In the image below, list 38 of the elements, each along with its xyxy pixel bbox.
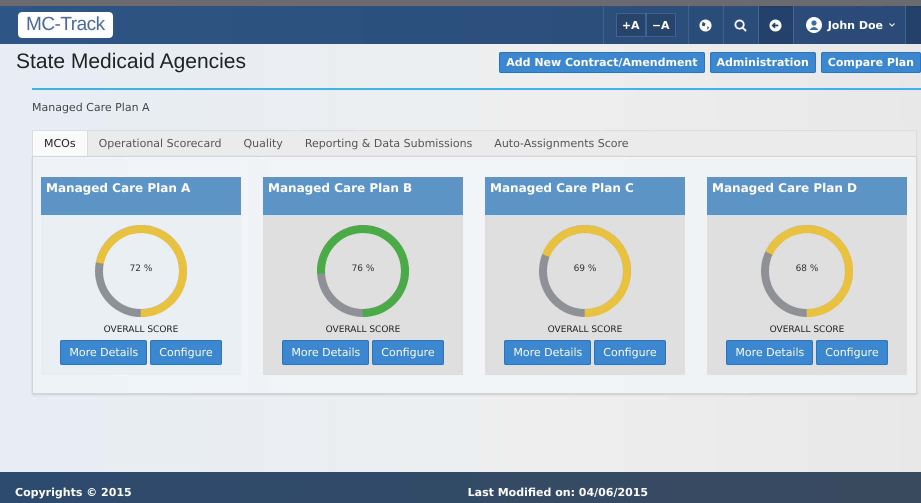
score-caption: OVERALL SCORE [104,325,178,335]
breadcrumb: Managed Care Plan A [32,101,151,114]
tab[interactable]: Quality [232,131,294,156]
plan-button[interactable]: More Details [504,340,592,365]
tab[interactable]: Reporting & Data Submissions [294,131,484,156]
score-percent: 68 % [794,264,820,274]
back-icon[interactable] [758,6,793,44]
plan-button[interactable]: Configure [816,340,888,365]
plan-title: Managed Care Plan D [707,177,907,215]
page-title: State Medicaid Agencies [16,50,246,74]
score-caption: OVERALL SCORE [326,325,400,335]
avatar-icon [806,17,822,33]
font-size-button[interactable]: −A [646,13,676,37]
plan-button[interactable]: More Details [726,340,814,365]
tab[interactable]: MCOs [33,131,88,156]
plan-button[interactable]: Configure [150,340,222,365]
font-size-button[interactable]: +A [616,13,646,37]
plan-button[interactable]: More Details [60,340,148,365]
tab[interactable]: Auto-Assignments Score [483,131,640,156]
score-percent: 72 % [128,264,154,274]
action-button[interactable]: Add New Contract/Amendment [499,52,704,72]
action-button[interactable]: Administration [710,52,816,72]
plan-title: Managed Care Plan C [485,177,685,215]
score-caption: OVERALL SCORE [548,325,622,335]
copyright-text: Copyrights © 2015 [15,486,132,499]
action-button[interactable]: Compare Plan [820,52,921,72]
caret-icon [889,23,895,27]
plan-button[interactable]: More Details [282,340,370,365]
score-caption: OVERALL SCORE [770,325,844,335]
plan-title: Managed Care Plan B [263,177,463,215]
plan-title: Managed Care Plan A [41,177,241,215]
logo[interactable]: MC-Track [18,12,113,38]
plan-button[interactable]: Configure [594,340,666,365]
score-percent: 69 % [572,264,598,274]
tab[interactable]: Operational Scorecard [88,131,233,156]
plan-button[interactable]: Configure [372,340,444,365]
score-percent: 76 % [350,264,376,274]
last-modified-text: Last Modified on: 04/06/2015 [468,486,648,499]
